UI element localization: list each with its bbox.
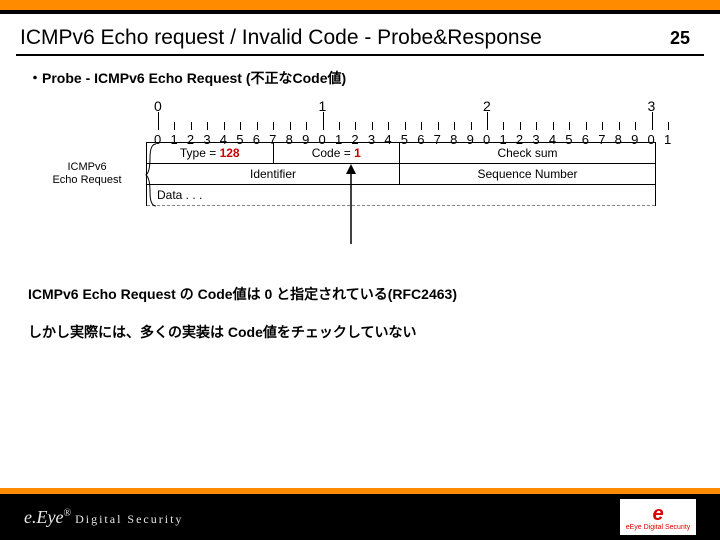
curly-brace <box>144 142 160 208</box>
side-label: ICMPv6 Echo Request <box>28 142 146 206</box>
code-value: 1 <box>354 146 361 160</box>
footer: e.Eye®Digital Security e eEye Digital Se… <box>0 488 720 540</box>
data-cell: Data . . . <box>147 185 247 205</box>
brand-logo-left: e.Eye®Digital Security <box>24 507 183 528</box>
note-implementation: しかし実際には、多くの実装は Code値をチェックしていない <box>28 322 692 342</box>
bit-ruler: 001234567890112345678902123456789031 <box>158 102 668 142</box>
brand-logo-right: e eEye Digital Security <box>620 499 696 535</box>
slide-header: ICMPv6 Echo request / Invalid Code - Pro… <box>0 14 720 54</box>
side-label-line2: Echo Request <box>28 174 146 187</box>
packet-row-2: Identifier Sequence Number <box>147 164 655 185</box>
packet-row-3: Data . . . <box>147 185 655 206</box>
arrow-to-code <box>344 164 358 244</box>
top-orange-bar <box>0 0 720 10</box>
packet-rows: Type = 128 Code = 1 Check sum Identifier… <box>146 142 656 206</box>
packet-diagram: 001234567890112345678902123456789031 ICM… <box>158 102 692 206</box>
type-value: 128 <box>220 146 240 160</box>
rows-wrap: ICMPv6 Echo Request Type = 128 Code = 1 … <box>28 142 692 206</box>
content-area: ・Probe - ICMPv6 Echo Request (不正なCode値) … <box>0 68 720 342</box>
footer-black-bar: e.Eye®Digital Security e eEye Digital Se… <box>0 494 720 540</box>
slide-title: ICMPv6 Echo request / Invalid Code - Pro… <box>20 26 670 50</box>
title-underline <box>16 54 704 56</box>
identifier-cell: Identifier <box>147 164 400 184</box>
note-rfc: ICMPv6 Echo Request の Code値は 0 と指定されている(… <box>28 284 692 304</box>
bullet-text: ・Probe - ICMPv6 Echo Request (不正なCode値) <box>28 68 692 88</box>
side-label-line1: ICMPv6 <box>28 161 146 174</box>
sequence-cell: Sequence Number <box>400 164 655 184</box>
page-number: 25 <box>670 28 690 49</box>
